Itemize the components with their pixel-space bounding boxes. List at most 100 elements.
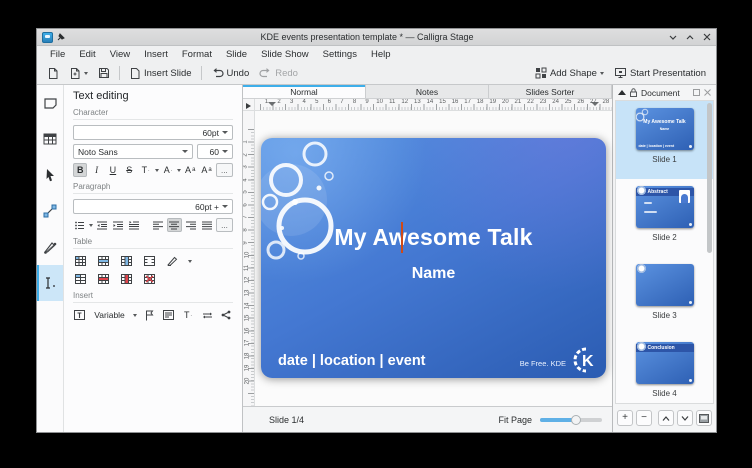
open-document-button[interactable] [65, 65, 92, 82]
save-button[interactable] [94, 65, 114, 81]
paragraph-section-label: Paragraph [73, 182, 233, 194]
menu-edit[interactable]: Edit [72, 49, 102, 60]
split-cells-button[interactable] [73, 272, 88, 286]
list-style-button[interactable] [73, 218, 87, 232]
indent-marker-left[interactable] [269, 100, 275, 108]
undo-button[interactable]: Undo [207, 65, 254, 81]
slide-canvas[interactable]: My Awesome Talk Name date | location | e… [255, 111, 612, 406]
close-panel-icon[interactable] [704, 89, 711, 96]
line-spacing-combo[interactable]: 60pt + [73, 199, 233, 214]
merge-cells-button[interactable] [142, 254, 157, 268]
text-reference-button[interactable]: T. [181, 308, 194, 322]
slide-thumbnail-item-3[interactable]: Slide 3 [616, 257, 713, 335]
delete-row-button[interactable] [96, 272, 111, 286]
shape-handling-tool[interactable] [37, 85, 63, 121]
align-left-button[interactable] [151, 218, 165, 232]
delete-slide-button[interactable]: − [636, 410, 652, 426]
insert-slide-button[interactable]: Insert Slide [125, 65, 196, 82]
tab-normal[interactable]: Normal [243, 85, 366, 98]
move-slide-down-button[interactable] [677, 410, 693, 426]
cursor-arrow-icon [44, 168, 56, 182]
connector-tool[interactable] [37, 193, 63, 229]
thumbnail-scrollbar[interactable] [707, 103, 712, 253]
swap-arrows-button[interactable] [201, 308, 214, 322]
special-character-button[interactable] [73, 308, 86, 322]
flag-icon [145, 310, 154, 321]
text-tool[interactable] [37, 265, 63, 301]
align-center-button[interactable] [167, 218, 181, 232]
bookmark-button[interactable] [143, 308, 156, 322]
insert-column-button[interactable] [119, 254, 134, 268]
add-shape-button[interactable]: Add Shape [531, 65, 608, 81]
slide-thumbnail-item-2[interactable]: Abstract Slide 2 [616, 179, 713, 257]
more-character-options-button[interactable]: ... [216, 163, 233, 177]
minimize-button[interactable] [669, 33, 677, 41]
insert-section-button[interactable] [162, 308, 175, 322]
underline-button[interactable]: U [106, 163, 120, 177]
bold-button[interactable]: B [73, 163, 87, 177]
ruler-number: 24 [552, 99, 559, 105]
delete-column-button[interactable] [119, 272, 134, 286]
insert-table-button[interactable] [73, 254, 88, 268]
start-presentation-button[interactable]: Start Presentation [610, 65, 710, 81]
slide-page[interactable]: My Awesome Talk Name date | location | e… [261, 138, 606, 378]
lock-icon[interactable] [630, 88, 637, 97]
delete-table-button[interactable] [142, 272, 157, 286]
redo-button[interactable]: Redo [255, 65, 302, 81]
font-family-combo[interactable]: Noto Sans [73, 144, 193, 159]
collapse-triangle-icon[interactable] [618, 90, 626, 96]
share-node-button[interactable] [220, 308, 233, 322]
menu-view[interactable]: View [103, 49, 137, 60]
menu-slide-show[interactable]: Slide Show [254, 49, 316, 60]
menu-file[interactable]: File [43, 49, 72, 60]
new-document-button[interactable] [43, 65, 63, 82]
menu-insert[interactable]: Insert [137, 49, 175, 60]
menu-settings[interactable]: Settings [316, 49, 364, 60]
ruler-number: 7 [243, 216, 249, 219]
change-case-button[interactable]: T. [138, 163, 152, 177]
float-panel-icon[interactable] [693, 89, 700, 96]
maximize-button[interactable] [686, 33, 694, 41]
docker-header: Document [613, 85, 716, 100]
menu-slide[interactable]: Slide [219, 49, 254, 60]
superscript-button[interactable]: Aa [183, 163, 197, 177]
swap-arrows-icon [202, 311, 213, 320]
slide-title-textframe[interactable]: My Awesome Talk [261, 224, 606, 251]
font-color-button[interactable]: A. [161, 163, 175, 177]
increase-indent-button[interactable] [111, 218, 125, 232]
strikethrough-button[interactable]: S [122, 163, 136, 177]
select-tool[interactable] [37, 157, 63, 193]
slide-thumbnail-item-1[interactable]: My Awesome Talk Name date | location | e… [616, 101, 713, 179]
titlebar[interactable]: KDE events presentation template * — Cal… [37, 29, 716, 46]
close-button[interactable] [703, 33, 711, 41]
font-size-combo[interactable]: 60 [197, 144, 233, 159]
decrease-indent-button[interactable] [95, 218, 109, 232]
slide-subtitle-textframe[interactable]: Name [261, 265, 606, 283]
tab-slides-sorter[interactable]: Slides Sorter [489, 85, 612, 98]
table-tool[interactable] [37, 121, 63, 157]
slide-properties-button[interactable] [696, 410, 712, 426]
menu-format[interactable]: Format [175, 49, 219, 60]
table-border-pen-button[interactable] [165, 254, 180, 268]
insert-row-button[interactable] [96, 254, 111, 268]
zoom-slider-handle[interactable] [571, 415, 581, 425]
add-slide-button[interactable]: + [617, 410, 633, 426]
first-line-indent-button[interactable] [127, 218, 141, 232]
ruler-number: 17 [244, 340, 250, 347]
menu-help[interactable]: Help [364, 49, 398, 60]
ruler-number: 23 [540, 99, 547, 105]
slide-thumbnail-item-4[interactable]: Conclusion Slide 4 [616, 335, 713, 404]
zoom-slider[interactable] [540, 415, 602, 425]
align-right-button[interactable] [184, 218, 198, 232]
calligraphy-tool[interactable] [37, 229, 63, 265]
chevron-up-icon [662, 416, 670, 421]
subscript-button[interactable]: Aa [199, 163, 213, 177]
more-paragraph-options-button[interactable]: ... [216, 218, 233, 232]
tab-notes[interactable]: Notes [366, 85, 489, 98]
align-justify-button[interactable] [200, 218, 214, 232]
italic-button[interactable]: I [89, 163, 103, 177]
character-style-combo[interactable]: 60pt [73, 125, 233, 140]
slide-footer-textframe[interactable]: date | location | event [278, 353, 426, 369]
variable-dropdown[interactable]: Variable [94, 310, 125, 320]
move-slide-up-button[interactable] [658, 410, 674, 426]
